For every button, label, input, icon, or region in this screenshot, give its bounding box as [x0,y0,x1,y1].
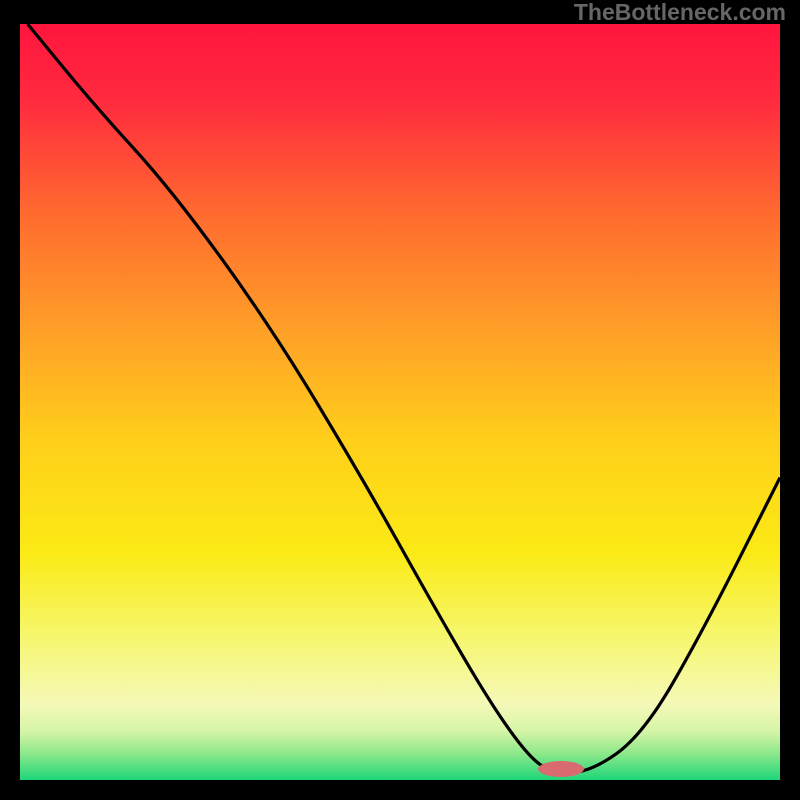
plot-area [20,24,780,780]
curve-layer [20,24,780,780]
chart-frame: TheBottleneck.com [0,0,800,800]
bottleneck-curve [28,24,780,772]
watermark-text: TheBottleneck.com [574,0,786,26]
optimal-marker [538,761,584,777]
